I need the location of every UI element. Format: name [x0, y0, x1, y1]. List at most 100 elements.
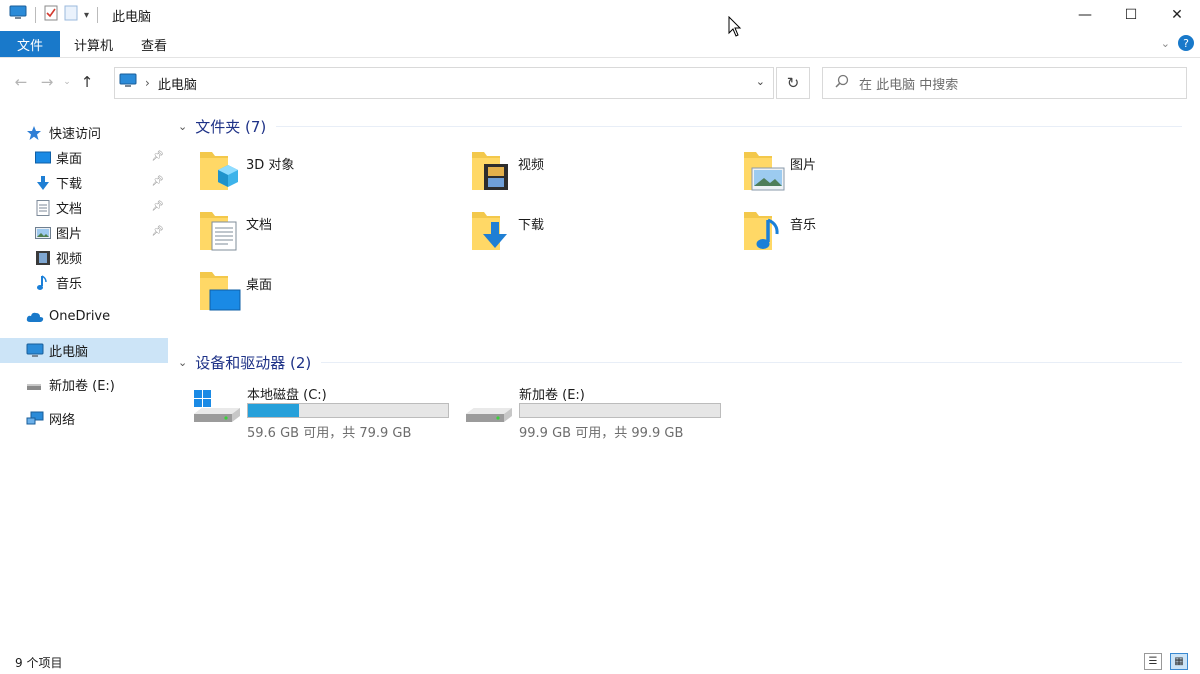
customize-toolbar-chevron-icon[interactable]: ▾: [84, 10, 89, 21]
computer-icon[interactable]: [9, 5, 27, 25]
folder-music[interactable]: 音乐: [716, 206, 976, 260]
up-button[interactable]: ↑: [74, 73, 100, 91]
minimize-icon: —: [1078, 7, 1092, 23]
folders-grid: 3D 对象 视频 图片 文档 下载 音乐 桌面: [172, 140, 1192, 320]
folder-desktop[interactable]: 桌面: [172, 266, 432, 320]
group-divider: [321, 361, 1182, 363]
breadcrumb[interactable]: 此电脑: [158, 74, 197, 93]
folder-name: 文档: [246, 218, 273, 233]
details-view-button[interactable]: ☰: [1144, 653, 1162, 670]
sidebar-item-label: 此电脑: [49, 345, 89, 360]
windows-drive-icon: [192, 388, 242, 424]
drive-icon: [464, 388, 514, 424]
search-input[interactable]: 在 此电脑 中搜索: [822, 67, 1187, 99]
folder-documents[interactable]: 文档: [172, 206, 432, 260]
expand-ribbon-chevron-icon[interactable]: ⌄: [1161, 37, 1170, 50]
tab-computer[interactable]: 计算机: [60, 31, 127, 57]
tab-view[interactable]: 查看: [127, 31, 181, 57]
file-explorer-window: ▾ 此电脑 — ☐ ✕ 文件 计算机 查看 ⌄ ? ← → ⌄ ↑ › 此电脑 …: [0, 0, 1200, 674]
film-icon: [35, 250, 51, 266]
breadcrumb-chevron-icon[interactable]: ›: [145, 76, 150, 90]
sidebar-item-quick-access[interactable]: 快速访问: [0, 120, 168, 145]
desktop-folder-icon: [198, 266, 242, 314]
properties-icon[interactable]: [44, 5, 58, 25]
folder-name: 3D 对象: [246, 158, 295, 173]
sidebar-item-this-pc[interactable]: 此电脑: [0, 338, 168, 363]
sidebar-item-network[interactable]: 网络: [0, 406, 168, 431]
sidebar-item-label: 网络: [49, 413, 76, 428]
sidebar-item-pictures[interactable]: 图片 📌︎: [0, 220, 168, 245]
address-dropdown-chevron-icon[interactable]: ⌄: [756, 75, 765, 88]
drive-usage-fill: [248, 404, 299, 417]
folders-group-header[interactable]: ⌄ 文件夹 (7): [172, 112, 1192, 140]
toolbar-separator: [35, 7, 36, 23]
group-divider: [276, 125, 1182, 127]
pin-icon[interactable]: 📌︎: [151, 176, 164, 187]
help-button[interactable]: ?: [1178, 35, 1194, 51]
videos-folder-icon: [470, 146, 514, 194]
computer-icon: [26, 343, 44, 359]
sidebar-item-music[interactable]: 音乐: [0, 270, 168, 295]
desktop-icon: [35, 150, 51, 166]
folder-3d-objects[interactable]: 3D 对象: [172, 146, 432, 200]
sidebar-item-documents[interactable]: 文档 📌︎: [0, 195, 168, 220]
pictures-folder-icon: [742, 146, 786, 194]
recent-locations-chevron-icon[interactable]: ⌄: [60, 77, 74, 87]
drives-grid: 本地磁盘 (C:) 59.6 GB 可用，共 79.9 GB 新加卷 (E:) …: [172, 376, 1192, 456]
document-icon: [35, 200, 51, 216]
sidebar-item-label: 音乐: [56, 277, 83, 292]
forward-button[interactable]: →: [34, 73, 60, 91]
maximize-icon: ☐: [1124, 7, 1138, 23]
downloads-folder-icon: [470, 206, 514, 254]
folder-videos[interactable]: 视频: [444, 146, 704, 200]
folder-downloads[interactable]: 下载: [444, 206, 704, 260]
navigation-pane: 快速访问 桌面 📌︎ 下载 📌︎ 文档 📌︎ 图片 📌︎ 视频 音乐 OneDr…: [0, 120, 168, 640]
search-icon: [835, 74, 849, 92]
drives-group-header[interactable]: ⌄ 设备和驱动器 (2): [172, 348, 1192, 376]
sidebar-item-videos[interactable]: 视频: [0, 245, 168, 270]
minimize-button[interactable]: —: [1062, 0, 1108, 30]
sidebar-item-desktop[interactable]: 桌面 📌︎: [0, 145, 168, 170]
drive-name: 新加卷 (E:): [519, 388, 585, 403]
refresh-button[interactable]: ↻: [776, 67, 810, 99]
group-title: 设备和驱动器 (2): [195, 353, 312, 372]
folder-name: 图片: [790, 158, 817, 173]
new-folder-icon[interactable]: [64, 5, 78, 25]
sidebar-item-onedrive[interactable]: OneDrive: [0, 304, 168, 329]
drive-free-space: 59.6 GB 可用，共 79.9 GB: [247, 426, 412, 441]
drive-name: 本地磁盘 (C:): [247, 388, 327, 403]
sidebar-item-label: 文档: [56, 202, 83, 217]
sidebar-item-label: 图片: [56, 227, 83, 242]
drive-usage-bar: [247, 403, 449, 418]
music-note-icon: [35, 275, 51, 291]
drive-e[interactable]: 新加卷 (E:) 99.9 GB 可用，共 99.9 GB: [444, 376, 721, 441]
close-icon: ✕: [1171, 7, 1183, 23]
refresh-icon: ↻: [786, 74, 800, 92]
sidebar-item-downloads[interactable]: 下载 📌︎: [0, 170, 168, 195]
pin-icon[interactable]: 📌︎: [151, 151, 164, 162]
large-icons-view-icon: ▦: [1174, 656, 1184, 667]
maximize-button[interactable]: ☐: [1108, 0, 1154, 30]
close-button[interactable]: ✕: [1154, 0, 1200, 30]
pin-icon[interactable]: 📌︎: [151, 201, 164, 212]
picture-icon: [35, 225, 51, 241]
sidebar-item-new-volume[interactable]: 新加卷 (E:): [0, 372, 168, 397]
pin-icon[interactable]: 📌︎: [151, 226, 164, 237]
drive-c[interactable]: 本地磁盘 (C:) 59.6 GB 可用，共 79.9 GB: [172, 376, 449, 441]
back-button[interactable]: ←: [8, 73, 34, 91]
drive-usage-bar: [519, 403, 721, 418]
folder-pictures[interactable]: 图片: [716, 146, 976, 200]
large-icons-view-button[interactable]: ▦: [1170, 653, 1188, 670]
window-title: 此电脑: [112, 9, 152, 25]
search-placeholder: 在 此电脑 中搜索: [859, 77, 959, 93]
collapse-chevron-icon[interactable]: ⌄: [178, 356, 187, 369]
mouse-pointer-icon: [728, 15, 742, 38]
title-bar: ▾ 此电脑 — ☐ ✕: [0, 0, 1200, 30]
address-bar[interactable]: › 此电脑 ⌄: [114, 67, 774, 99]
item-count: 9 个项目: [15, 655, 63, 670]
tab-file[interactable]: 文件: [0, 31, 60, 57]
network-icon: [26, 411, 44, 427]
quick-access-toolbar: ▾ 此电脑: [0, 5, 151, 25]
collapse-chevron-icon[interactable]: ⌄: [178, 120, 187, 133]
toolbar-separator: [97, 7, 99, 23]
